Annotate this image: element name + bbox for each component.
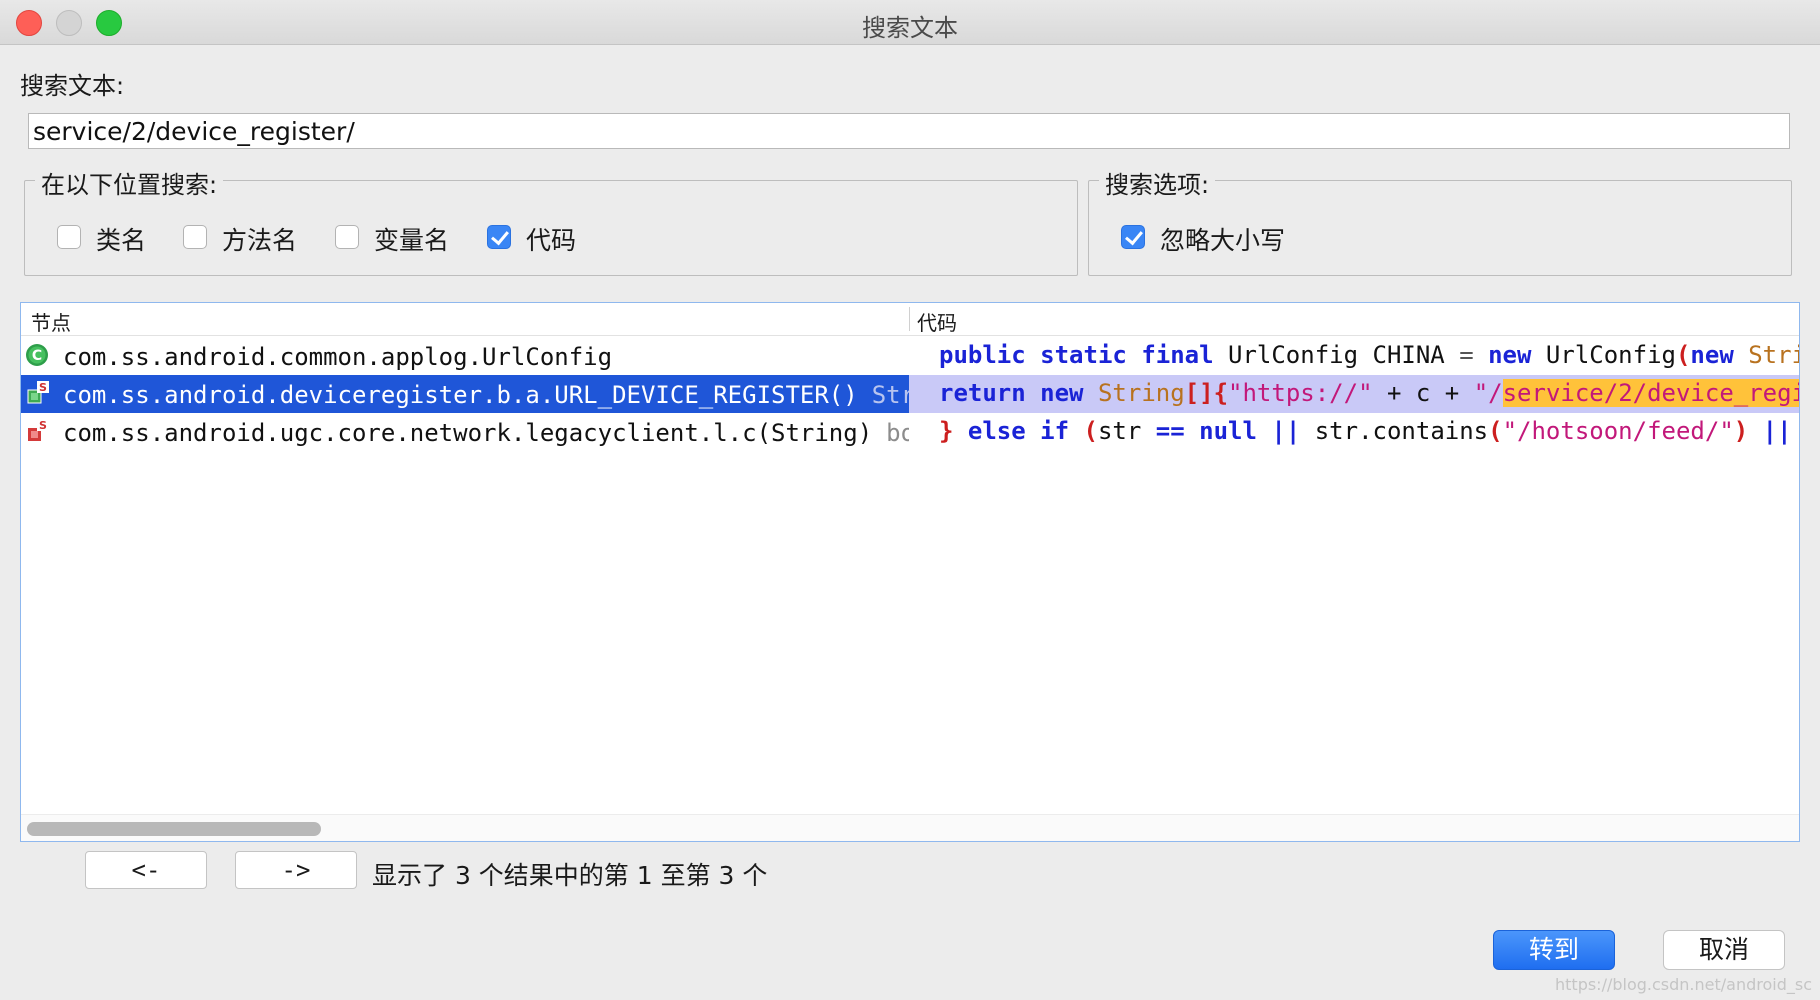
node-return-type: String [871,381,909,409]
code-snippet: } else if (str == null || str.contains("… [939,417,1799,445]
code-token: ( [1675,341,1691,369]
code-token: str [1792,417,1799,445]
code-snippet: return new String[]{"https://" + c + "/s… [939,379,1799,407]
node-name: com.ss.android.common.applog.UrlConfig [63,343,613,371]
method-name-label: 方法名 [222,226,298,255]
code-label: 代码 [526,226,577,255]
search-in-legend: 在以下位置搜索: [35,165,224,200]
ignore-case-label: 忽略大小写 [1160,226,1286,255]
code-token: []{ [1184,379,1229,407]
class-name-checkbox[interactable] [57,225,81,249]
ignore-case-checkbox[interactable] [1121,225,1145,249]
method-name-checkbox[interactable] [183,225,207,249]
search-input[interactable] [28,113,1790,149]
code-token: || [1271,417,1301,445]
column-header-code[interactable]: 代码 [917,307,957,336]
code-token: String [1097,379,1185,407]
code-token: UrlConfig CHINA [1213,341,1460,369]
next-page-button[interactable]: -> [235,851,357,889]
code-token: UrlConfig [1531,341,1676,369]
code-token: String [1748,341,1799,369]
svg-text:S: S [39,381,47,394]
goto-button[interactable]: 转到 [1493,930,1615,970]
code-token: static [1040,341,1127,369]
node-name: com.ss.android.ugc.core.network.legacycl… [63,419,909,447]
code-token: service/2/device_register/ [1502,379,1799,407]
code-token: new [1040,379,1084,407]
search-label: 搜索文本: [20,72,125,100]
static-method-red-icon: S [28,419,49,441]
horizontal-scrollbar[interactable] [21,814,1799,841]
code-token: ( [1488,417,1503,445]
node-name: com.ss.android.deviceregister.b.a.URL_DE… [63,381,909,409]
code-token: "https://" [1228,379,1373,407]
code-token: ) [1733,417,1749,445]
code-snippet: public static final UrlConfig CHINA = ne… [939,341,1799,369]
prev-page-button[interactable]: <- [85,851,207,889]
node-cell[interactable]: C com.ss.android.common.applog.UrlConfig [21,337,909,375]
code-token: str.contains [1300,417,1489,445]
code-token: } [939,417,954,445]
search-dialog: 搜索文本 搜索文本: 在以下位置搜索: 类名 方法名 变量名 代码 搜索选项: … [0,0,1820,1000]
code-cell[interactable]: public static final UrlConfig CHINA = ne… [909,337,1799,375]
column-divider[interactable] [909,307,910,331]
search-options-legend: 搜索选项: [1099,165,1216,200]
search-in-group: 在以下位置搜索: 类名 方法名 变量名 代码 [24,165,1078,276]
code-token: else [967,417,1026,445]
code-token: = [1459,341,1474,369]
code-cell[interactable]: return new String[]{"https://" + c + "/s… [909,375,1799,413]
code-token: "/ [1473,379,1503,407]
cancel-button[interactable]: 取消 [1663,930,1785,970]
svg-text:S: S [39,419,47,432]
variable-name-label: 变量名 [374,226,450,255]
column-header-node[interactable]: 节点 [31,307,71,336]
static-method-icon: S [27,381,49,404]
class-name-label: 类名 [96,226,147,255]
code-token: + c + [1372,379,1474,407]
table-header: 节点 代码 [21,303,1799,336]
code-token: null [1199,417,1257,445]
table-row[interactable]: C com.ss.android.common.applog.UrlConfig… [21,337,1799,375]
table-row[interactable]: S com.ss.android.ugc.core.network.legacy… [21,413,1799,451]
code-token: new [1488,341,1532,369]
table-row-selected[interactable]: S com.ss.android.deviceregister.b.a.URL_… [21,375,1799,413]
search-options-group: 搜索选项: 忽略大小写 [1088,165,1792,276]
window-title: 搜索文本 [862,14,958,42]
code-token: return [939,379,1026,407]
node-return-type: boolean [886,419,909,447]
results-table: 节点 代码 C com.ss.android.common.applog.Url… [20,302,1800,842]
code-token: if [1040,417,1070,445]
title-bar: 搜索文本 [0,0,1820,45]
code-token: str [1097,417,1156,445]
scrollbar-thumb[interactable] [27,822,321,836]
code-token: new [1690,341,1734,369]
code-token: final [1141,341,1214,369]
svg-text:C: C [32,348,42,364]
code-cell[interactable]: } else if (str == null || str.contains("… [909,413,1799,451]
code-token: == [1155,417,1185,445]
code-token: ( [1083,417,1098,445]
results-status: 显示了 3 个结果中的第 1 至第 3 个 [372,861,768,890]
class-icon: C [26,344,48,366]
code-token: || [1762,417,1792,445]
code-token: "/hotsoon/feed/" [1502,417,1734,445]
node-cell[interactable]: S com.ss.android.deviceregister.b.a.URL_… [21,375,909,413]
watermark: https://blog.csdn.net/android_sc [1555,975,1812,994]
variable-name-checkbox[interactable] [335,225,359,249]
node-cell[interactable]: S com.ss.android.ugc.core.network.legacy… [21,413,909,451]
code-checkbox[interactable] [487,225,511,249]
code-token: public [939,341,1026,369]
